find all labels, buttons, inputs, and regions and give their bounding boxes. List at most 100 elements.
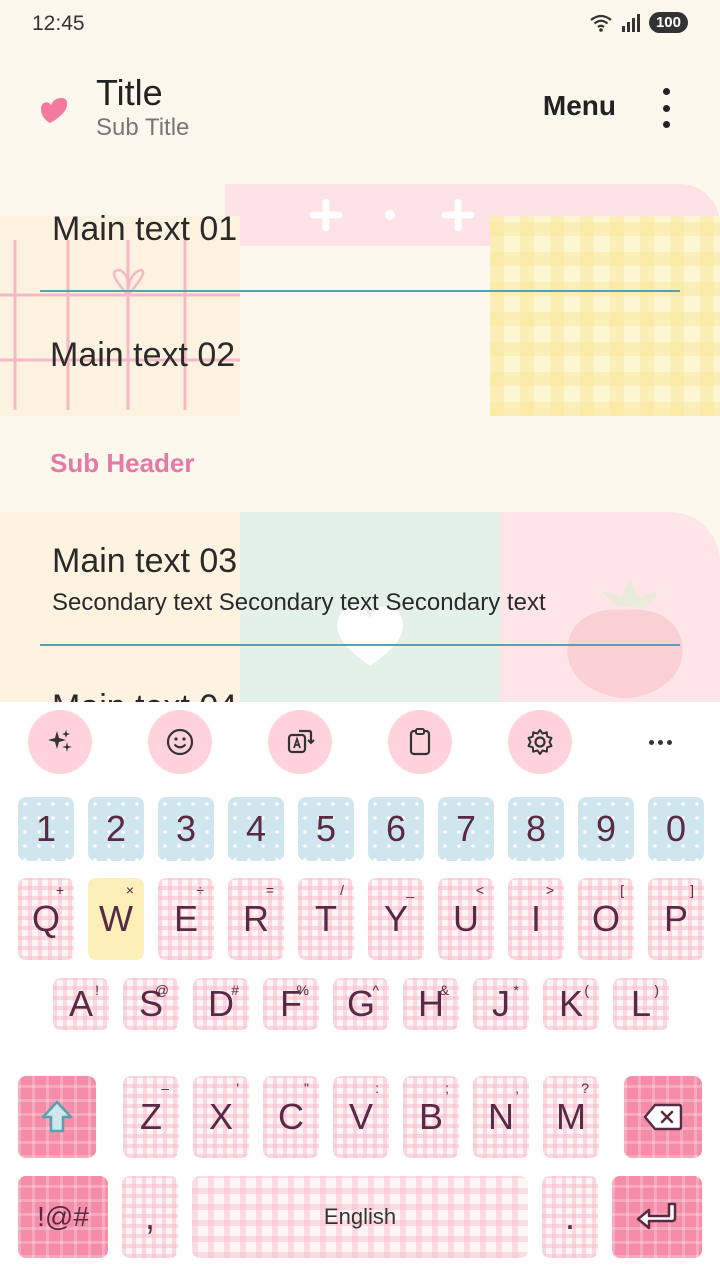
key-l[interactable]: L) [613, 978, 669, 1030]
key-label: G [346, 983, 375, 1024]
key-j[interactable]: J * [473, 978, 529, 1030]
key-secondary-symbol: # [231, 982, 239, 998]
key-z[interactable]: Z – [123, 1076, 179, 1158]
list-item-main-text[interactable]: Main text 02 [50, 336, 235, 375]
key-label: U [453, 898, 479, 939]
key-secondary-symbol: < [475, 882, 484, 898]
key-secondary-symbol: ' [236, 1080, 239, 1096]
key-label: 7 [455, 808, 477, 849]
more-vert-icon[interactable] [652, 88, 680, 128]
menu-button[interactable]: Menu [543, 90, 616, 122]
key-b[interactable]: B; [403, 1076, 459, 1158]
key-2[interactable]: 2 [88, 797, 144, 861]
period-key[interactable]: . [542, 1176, 598, 1258]
key-label: , [144, 1196, 155, 1237]
emoji-icon[interactable] [148, 710, 212, 774]
shift-key[interactable] [18, 1076, 96, 1158]
key-x[interactable]: X ' [193, 1076, 249, 1158]
backspace-icon [643, 1103, 683, 1131]
backspace-key[interactable] [624, 1076, 702, 1158]
translate-icon[interactable] [268, 710, 332, 774]
list-item-main-text[interactable]: Main text 03 [52, 542, 237, 581]
key-o[interactable]: O[ [578, 878, 634, 960]
key-h[interactable]: H & [403, 978, 459, 1030]
key-secondary-symbol: % [296, 982, 309, 998]
key-label: X [208, 1096, 233, 1137]
key-label: B [418, 1096, 443, 1137]
key-4[interactable]: 4 [228, 797, 284, 861]
shift-icon [41, 1100, 73, 1133]
clipboard-icon[interactable] [388, 710, 452, 774]
key-secondary-symbol: & [439, 982, 449, 998]
space-key[interactable]: English [192, 1176, 528, 1258]
key-label: 5 [315, 808, 337, 849]
key-v[interactable]: V: [333, 1076, 389, 1158]
key-1[interactable]: 1 [18, 797, 74, 861]
key-label: 0 [665, 808, 687, 849]
key-i[interactable]: I > [508, 878, 564, 960]
key-e[interactable]: E ÷ [158, 878, 214, 960]
key-label: T [315, 898, 337, 939]
heart-icon[interactable] [38, 94, 70, 126]
enter-icon [636, 1202, 677, 1230]
list-item-secondary-text: Secondary text Secondary text Secondary … [52, 589, 546, 616]
key-secondary-symbol: = [265, 882, 274, 898]
key-label: A [68, 983, 93, 1024]
settings-icon[interactable] [508, 710, 572, 774]
key-t[interactable]: T / [298, 878, 354, 960]
enter-key[interactable] [612, 1176, 702, 1258]
key-c[interactable]: C " [263, 1076, 319, 1158]
key-label: D [208, 983, 234, 1024]
key-secondary-symbol: ^ [372, 982, 379, 998]
key-label: 1 [35, 808, 57, 849]
key-secondary-symbol: ! [95, 982, 99, 998]
key-g[interactable]: G ^ [333, 978, 389, 1030]
key-secondary-symbol: / [340, 882, 344, 898]
key-r[interactable]: R = [228, 878, 284, 960]
key-w[interactable]: W × [88, 878, 144, 960]
key-secondary-symbol: ( [584, 982, 589, 998]
key-k[interactable]: K( [543, 978, 599, 1030]
sub-header: Sub Header [50, 448, 195, 478]
key-8[interactable]: 8 [508, 797, 564, 861]
key-n[interactable]: N, [473, 1076, 529, 1158]
key-d[interactable]: D # [193, 978, 249, 1030]
key-5[interactable]: 5 [298, 797, 354, 861]
key-secondary-symbol: + [55, 882, 64, 898]
key-s[interactable]: S @ [123, 978, 179, 1030]
list-divider [40, 290, 680, 292]
key-label: 4 [245, 808, 267, 849]
key-label: R [243, 898, 269, 939]
status-icons: 100 [589, 12, 688, 33]
key-secondary-symbol: " [304, 1080, 309, 1096]
key-u[interactable]: U < [438, 878, 494, 960]
comma-key[interactable]: , [122, 1176, 178, 1258]
key-secondary-symbol: ] [690, 882, 694, 898]
key-label: 9 [595, 808, 617, 849]
key-label: 8 [525, 808, 547, 849]
key-y[interactable]: Y _ [368, 878, 424, 960]
sparkle-icon[interactable] [28, 710, 92, 774]
key-label: W [99, 898, 133, 939]
key-p[interactable]: P] [648, 878, 704, 960]
key-f[interactable]: F% [263, 978, 319, 1030]
key-3[interactable]: 3 [158, 797, 214, 861]
key-9[interactable]: 9 [578, 797, 634, 861]
key-label: 6 [385, 808, 407, 849]
key-6[interactable]: 6 [368, 797, 424, 861]
key-secondary-symbol: ÷ [196, 882, 204, 898]
key-7[interactable]: 7 [438, 797, 494, 861]
key-label: Q [31, 898, 60, 939]
list-item-main-text[interactable]: Main text 04 [52, 688, 237, 702]
more-icon[interactable] [628, 710, 692, 774]
key-a[interactable]: A! [53, 978, 109, 1030]
symbols-key[interactable]: !@# [18, 1176, 108, 1258]
signal-icon [621, 13, 640, 32]
key-label: Z [140, 1096, 162, 1137]
key-m[interactable]: M? [543, 1076, 599, 1158]
list-divider [40, 644, 680, 646]
key-q[interactable]: Q + [18, 878, 74, 960]
list-item-main-text[interactable]: Main text 01 [52, 210, 237, 249]
key-0[interactable]: 0 [648, 797, 704, 861]
key-label: N [488, 1096, 514, 1137]
